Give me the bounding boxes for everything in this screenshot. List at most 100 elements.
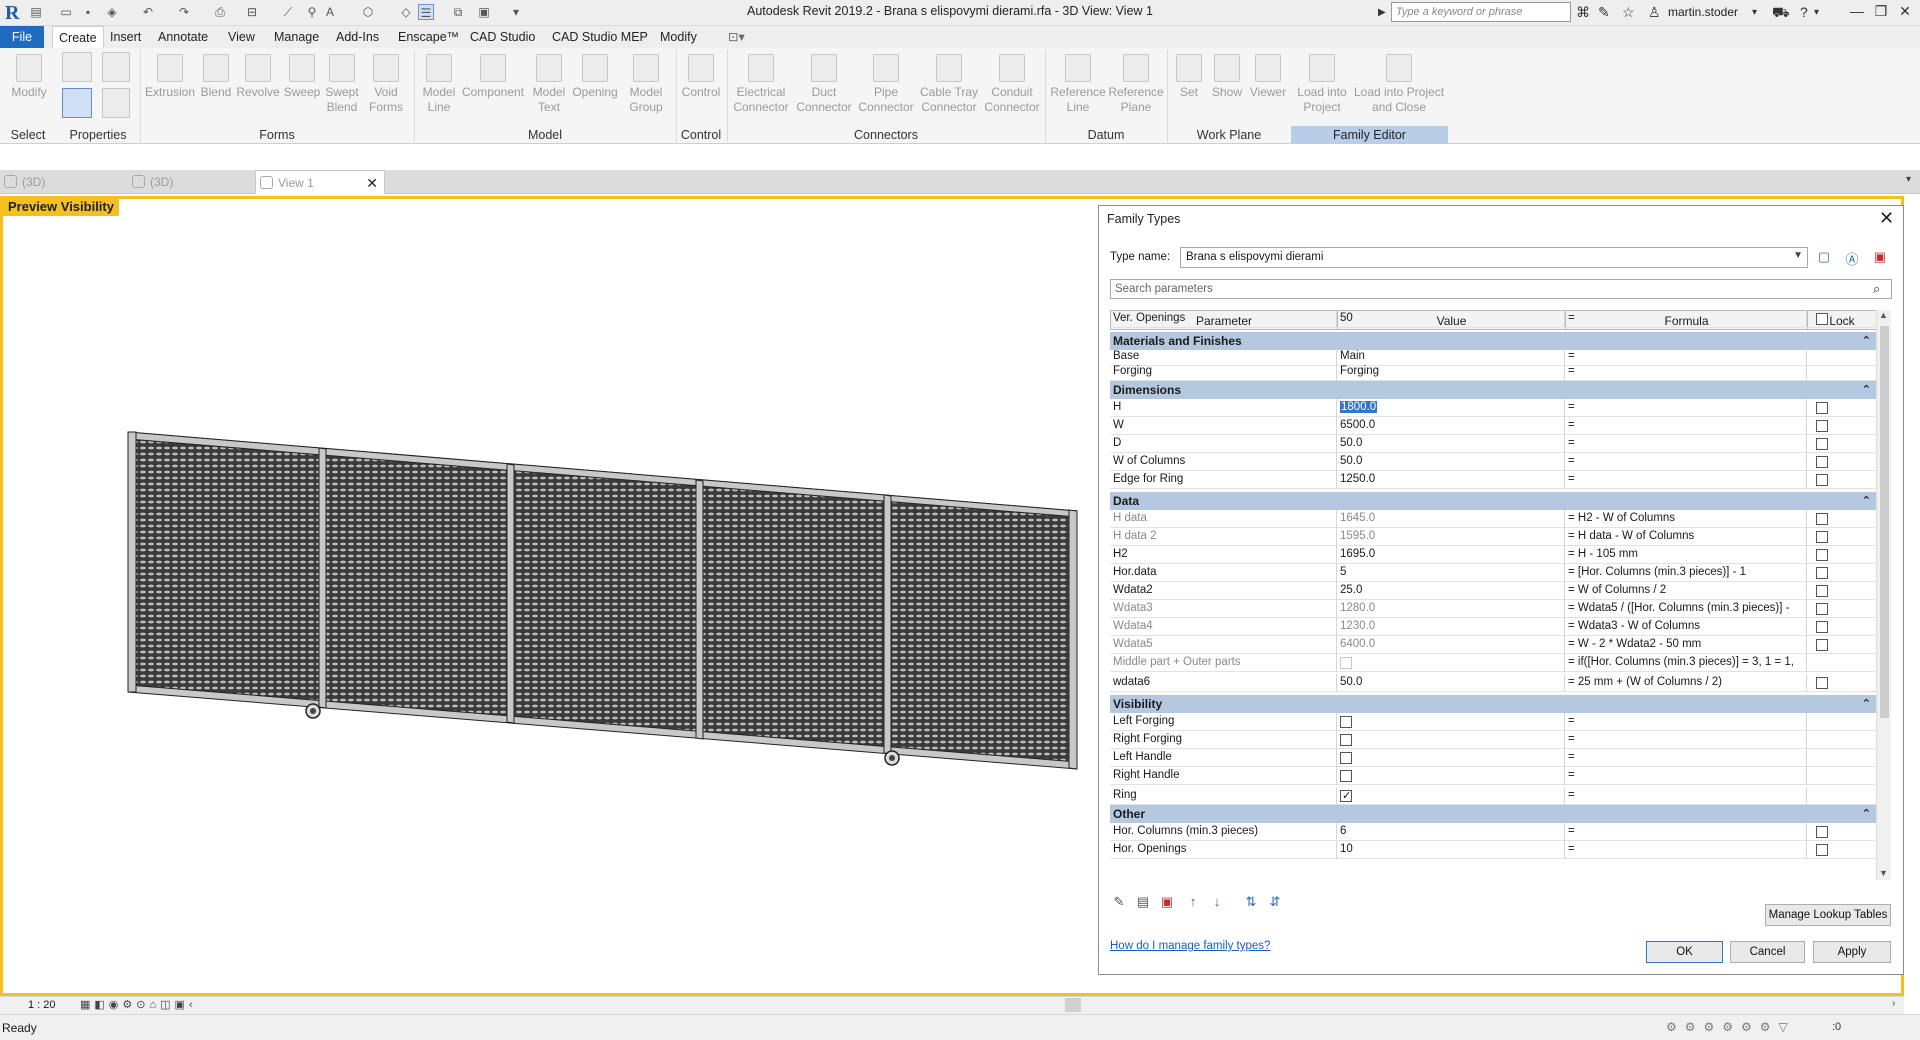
lock-checkbox[interactable] <box>1816 531 1828 543</box>
parameter-formula[interactable]: = H data - W of Columns <box>1565 528 1807 546</box>
revit-logo-icon[interactable]: R <box>5 2 19 25</box>
table-row[interactable]: Forging Forging = <box>1110 363 1877 381</box>
parameter-formula[interactable]: = <box>1565 713 1807 731</box>
lock-checkbox[interactable] <box>1816 585 1828 597</box>
value-checkbox[interactable] <box>1340 716 1352 728</box>
tab-manage[interactable]: Manage <box>268 26 325 48</box>
parameter-lock[interactable] <box>1807 674 1877 692</box>
panel-toggle-icon[interactable]: ⊡▾ <box>722 26 751 48</box>
sync-icon[interactable]: ◈ <box>104 4 120 20</box>
extrusion-button[interactable]: Extrusion <box>142 54 198 100</box>
parameter-lock[interactable] <box>1807 435 1877 453</box>
switch-windows-icon[interactable]: ▣ <box>476 4 492 20</box>
table-row[interactable]: Ver. Openings 50 = <box>1110 310 1877 328</box>
redo-icon[interactable]: ↷ <box>176 4 192 20</box>
search-icon[interactable]: ⌕ <box>1873 281 1880 297</box>
comm-center-icon[interactable]: ✎ <box>1598 4 1610 21</box>
collapse-icon[interactable]: ⌃ <box>1862 695 1871 713</box>
lock-checkbox[interactable] <box>1816 603 1828 615</box>
parameter-value[interactable]: Forging <box>1337 363 1565 381</box>
thin-lines-icon[interactable]: ☰ <box>418 4 434 20</box>
component-button[interactable]: Component <box>460 54 526 100</box>
3d-view-icon[interactable]: ⬡ <box>360 4 376 20</box>
parameter-value[interactable]: 50.0 <box>1337 674 1565 692</box>
parameter-lock[interactable] <box>1807 310 1877 328</box>
parameter-formula[interactable]: = <box>1565 435 1807 453</box>
parameter-lock[interactable] <box>1807 618 1877 636</box>
parameter-formula[interactable]: = <box>1565 767 1807 785</box>
group-header[interactable]: Dimensions ⌃ <box>1110 381 1877 399</box>
void-forms-button[interactable]: Void Forms <box>364 54 408 115</box>
cancel-button[interactable]: Cancel <box>1730 941 1805 963</box>
tab-insert[interactable]: Insert <box>104 26 147 48</box>
swept-blend-button[interactable]: Swept Blend <box>322 54 362 115</box>
parameter-formula[interactable]: = <box>1565 363 1807 381</box>
table-row[interactable]: Wdata5 6400.0 = W - 2 * Wdata2 - 50 mm <box>1110 636 1877 654</box>
delete-type-icon[interactable]: ▣ <box>1871 249 1889 266</box>
properties-icon[interactable] <box>62 88 92 118</box>
chevron-down-icon[interactable]: ▾ <box>1752 7 1757 18</box>
lock-checkbox[interactable] <box>1816 549 1828 561</box>
search-parameters-input[interactable]: Search parameters <box>1110 279 1892 299</box>
minimize-icon[interactable]: — <box>1846 3 1868 19</box>
type-properties-icon[interactable] <box>102 88 130 118</box>
undo-icon[interactable]: ↶ <box>140 4 156 20</box>
electrical-connector-button[interactable]: Electrical Connector <box>728 54 794 115</box>
parameter-formula[interactable]: = H - 105 mm <box>1565 546 1807 564</box>
help-icon[interactable]: ? <box>1800 4 1808 20</box>
filter-count[interactable]: :0 <box>1832 1021 1841 1033</box>
user-icon[interactable]: ♙ <box>1648 4 1661 21</box>
table-row[interactable]: Hor. Openings 10 = <box>1110 841 1877 859</box>
parameter-formula[interactable]: = [Hor. Columns (min.3 pieces)] - 1 <box>1565 564 1807 582</box>
value-checkbox[interactable] <box>1340 657 1352 669</box>
parameter-lock[interactable] <box>1807 564 1877 582</box>
parameter-lock[interactable] <box>1807 453 1877 471</box>
collapse-icon[interactable]: ⌃ <box>1862 492 1871 510</box>
parameter-lock[interactable] <box>1807 471 1877 489</box>
table-row[interactable]: Hor.data 5 = [Hor. Columns (min.3 pieces)]… <box>1110 564 1877 582</box>
reference-line-button[interactable]: Reference Line <box>1048 54 1108 115</box>
lock-checkbox[interactable] <box>1816 826 1828 838</box>
edit-parameter-icon[interactable]: ✎ <box>1109 894 1129 912</box>
parameter-lock[interactable] <box>1807 841 1877 859</box>
table-row[interactable]: W 6500.0 = <box>1110 417 1877 435</box>
restore-icon[interactable]: ❐ <box>1870 3 1892 20</box>
parameter-formula[interactable]: = <box>1565 310 1807 328</box>
lock-checkbox[interactable] <box>1816 420 1828 432</box>
parameter-formula[interactable]: = <box>1565 399 1807 417</box>
table-row[interactable]: Hor. Columns (min.3 pieces) 6 = <box>1110 823 1877 841</box>
parameter-value[interactable]: 50 <box>1337 310 1565 328</box>
view-tab-3d-2[interactable]: (3D) <box>128 170 238 194</box>
properties-buttons[interactable] <box>60 52 98 122</box>
tag-icon[interactable]: ⚲ <box>304 4 320 20</box>
help-link[interactable]: How do I manage family types? <box>1110 940 1270 952</box>
table-row[interactable]: Right Handle = <box>1110 767 1877 785</box>
table-row[interactable]: H2 1695.0 = H - 105 mm <box>1110 546 1877 564</box>
load-into-project-button[interactable]: Load into Project <box>1292 54 1352 115</box>
scroll-down-icon[interactable]: ▼ <box>1879 868 1888 878</box>
modify-button[interactable]: Modify <box>6 54 52 100</box>
parameter-formula[interactable]: = <box>1565 749 1807 767</box>
load-into-project-close-button[interactable]: Load into Project and Close <box>1352 54 1446 115</box>
scroll-up-icon[interactable]: ▲ <box>1879 310 1888 320</box>
table-row[interactable]: H data 2 1595.0 = H data - W of Columns <box>1110 528 1877 546</box>
close-icon[interactable]: ✕ <box>1894 3 1916 20</box>
control-button[interactable]: Control <box>678 54 724 100</box>
text-icon[interactable]: A <box>322 4 338 20</box>
sweep-button[interactable]: Sweep <box>282 54 322 100</box>
dialog-close-icon[interactable]: ✕ <box>1879 208 1894 229</box>
tab-cad-studio[interactable]: CAD Studio <box>464 26 541 48</box>
parameter-value[interactable]: 1280.0 <box>1337 600 1565 618</box>
tab-cad-studio-mep[interactable]: CAD Studio MEP <box>546 26 654 48</box>
parameter-lock[interactable] <box>1807 546 1877 564</box>
parameter-lock[interactable] <box>1807 399 1877 417</box>
save-icon[interactable]: ▪ <box>80 4 96 20</box>
chevron-right-icon[interactable]: ▶ <box>1378 7 1386 18</box>
model-text-button[interactable]: Model Text <box>526 54 572 115</box>
close-hidden-icon[interactable]: ⧉ <box>450 4 466 20</box>
help-search-input[interactable]: Type a keyword or phrase <box>1391 2 1571 22</box>
panel-select-label[interactable]: Select <box>0 126 56 144</box>
duct-connector-button[interactable]: Duct Connector <box>794 54 854 115</box>
parameter-lock[interactable] <box>1807 600 1877 618</box>
lock-checkbox[interactable] <box>1816 567 1828 579</box>
